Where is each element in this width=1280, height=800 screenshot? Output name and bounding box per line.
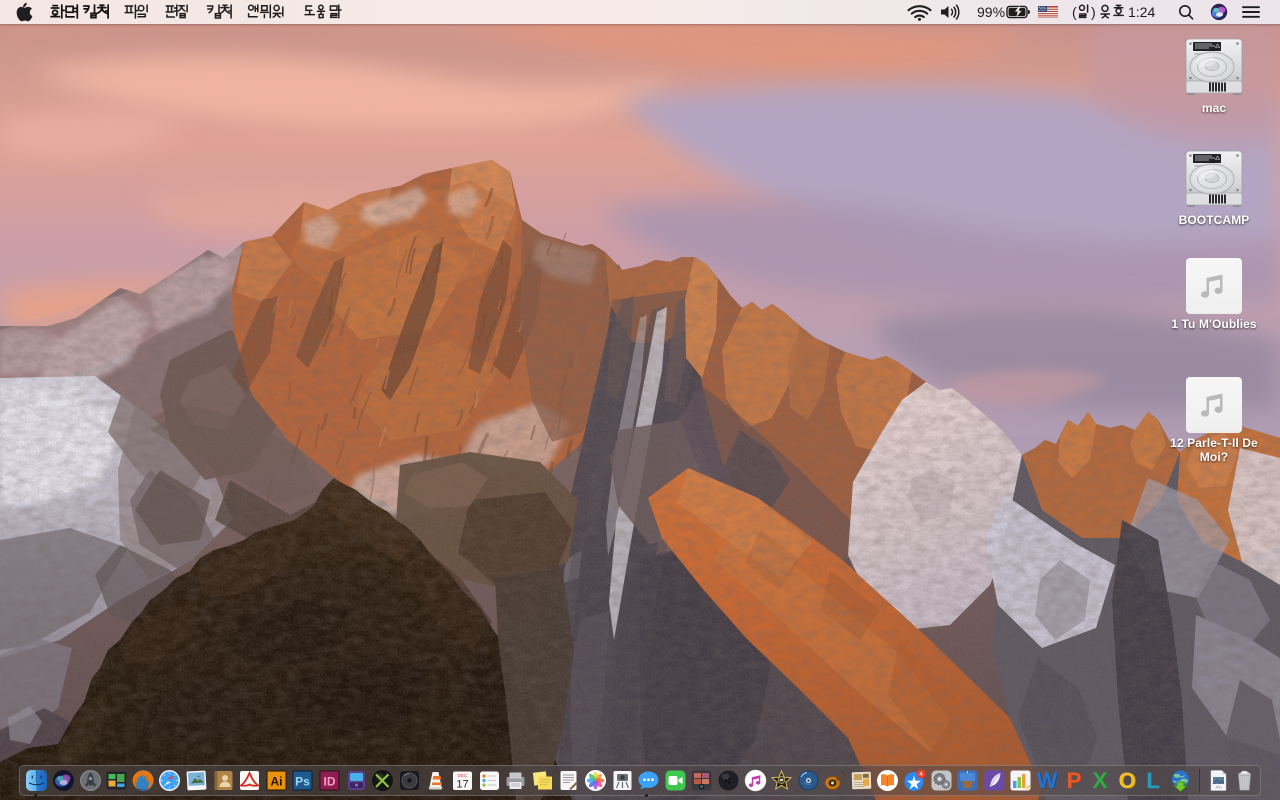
svg-text:1:24: 1:24 [1128,4,1155,20]
svg-text:W: W [1037,769,1058,792]
svg-text:4: 4 [919,771,923,778]
svg-text:17: 17 [456,779,468,791]
svg-text:P: P [1066,769,1081,792]
svg-text:ID: ID [324,775,336,789]
svg-text:Ps: Ps [296,775,311,789]
svg-text:L: L [1147,769,1160,792]
svg-text:Ai: Ai [270,775,282,789]
svg-text:O: O [1118,769,1135,792]
svg-text:DEC: DEC [458,773,468,778]
svg-text:(: ( [1072,4,1077,20]
svg-text:99%: 99% [977,4,1005,20]
svg-text:JPG: JPG [1215,786,1222,790]
svg-text:X: X [1093,769,1108,792]
svg-text:): ) [1091,4,1096,20]
